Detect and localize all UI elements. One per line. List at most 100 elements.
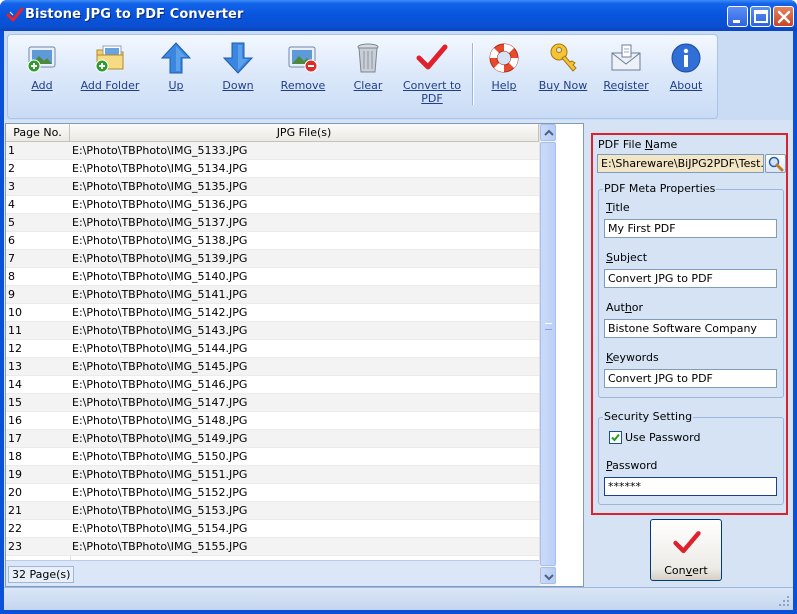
- page-number-cell: 17: [8, 432, 22, 445]
- column-header-page-no[interactable]: Page No.: [6, 124, 70, 142]
- jpg-file-cell: E:\Photo\TBPhoto\IMG_5136.JPG: [72, 198, 248, 211]
- page-number-cell: 11: [8, 324, 22, 337]
- table-row[interactable]: 7 E:\Photo\TBPhoto\IMG_5139.JPG: [6, 250, 539, 268]
- pdf-file-name-field[interactable]: E:\Shareware\BiJPG2PDF\Test.pdf: [597, 154, 764, 173]
- table-row[interactable]: 17 E:\Photo\TBPhoto\IMG_5149.JPG: [6, 430, 539, 448]
- toolbar: Add Add Folder Up Down Remove Clear Conv…: [7, 34, 718, 119]
- table-row[interactable]: 15 E:\Photo\TBPhoto\IMG_5147.JPG: [6, 394, 539, 412]
- lifebuoy-icon: [489, 43, 519, 73]
- clear-label: Clear: [353, 79, 383, 92]
- author-label: Author: [606, 301, 644, 314]
- jpg-file-cell: E:\Photo\TBPhoto\IMG_5142.JPG: [72, 306, 248, 319]
- page-number-cell: 20: [8, 486, 22, 499]
- use-password-label[interactable]: Use Password: [625, 431, 700, 444]
- app-checkmark-icon: [6, 7, 24, 22]
- title-field[interactable]: My First PDF: [604, 219, 777, 238]
- minimize-button[interactable]: [727, 6, 748, 27]
- subject-field[interactable]: Convert JPG to PDF: [604, 269, 777, 288]
- jpg-file-cell: E:\Photo\TBPhoto\IMG_5134.JPG: [72, 162, 248, 175]
- down-button[interactable]: Down: [213, 39, 263, 111]
- resize-grip-icon[interactable]: [777, 594, 791, 608]
- pdf-meta-properties-group: PDF Meta Properties Title My First PDF S…: [598, 182, 784, 398]
- maximize-button[interactable]: [750, 6, 771, 27]
- title-bar[interactable]: Bistone JPG to PDF Converter: [0, 0, 797, 31]
- convert-button[interactable]: Convert: [650, 519, 722, 581]
- jpg-file-cell: E:\Photo\TBPhoto\IMG_5144.JPG: [72, 342, 248, 355]
- table-row[interactable]: 14 E:\Photo\TBPhoto\IMG_5146.JPG: [6, 376, 539, 394]
- page-number-cell: 21: [8, 504, 22, 517]
- pdf-settings-panel: PDF File Name E:\Shareware\BiJPG2PDF\Tes…: [591, 133, 788, 515]
- author-field[interactable]: Bistone Software Company: [604, 319, 777, 338]
- jpg-file-cell: E:\Photo\TBPhoto\IMG_5143.JPG: [72, 324, 248, 337]
- trash-icon: [357, 43, 379, 73]
- add-label: Add: [31, 79, 53, 92]
- table-row[interactable]: 21 E:\Photo\TBPhoto\IMG_5153.JPG: [6, 502, 539, 520]
- table-row[interactable]: 5 E:\Photo\TBPhoto\IMG_5137.JPG: [6, 214, 539, 232]
- table-row[interactable]: 18 E:\Photo\TBPhoto\IMG_5150.JPG: [6, 448, 539, 466]
- vertical-scrollbar[interactable]: [539, 124, 556, 586]
- table-row[interactable]: 6 E:\Photo\TBPhoto\IMG_5138.JPG: [6, 232, 539, 250]
- table-row[interactable]: 4 E:\Photo\TBPhoto\IMG_5136.JPG: [6, 196, 539, 214]
- jpg-file-cell: E:\Photo\TBPhoto\IMG_5139.JPG: [72, 252, 248, 265]
- table-row[interactable]: 2 E:\Photo\TBPhoto\IMG_5134.JPG: [6, 160, 539, 178]
- remove-button[interactable]: Remove: [276, 39, 330, 111]
- magnifier-icon: [768, 156, 784, 172]
- page-number-cell: 18: [8, 450, 22, 463]
- pdf-file-name-word: N: [644, 138, 654, 151]
- password-field[interactable]: ******: [604, 477, 777, 496]
- table-row[interactable]: 23 E:\Photo\TBPhoto\IMG_5155.JPG: [6, 538, 539, 556]
- grid-rows: 1 E:\Photo\TBPhoto\IMG_5133.JPG 2 E:\Photo\…: [6, 142, 539, 560]
- jpg-file-grid[interactable]: Page No. JPG File(s) 1 E:\Photo\TBPhoto\I…: [5, 123, 584, 587]
- add-folder-button[interactable]: Add Folder: [78, 39, 142, 111]
- convert-to-pdf-label: Convert to PDF: [402, 79, 462, 105]
- page-number-cell: 15: [8, 396, 22, 409]
- table-row[interactable]: 13 E:\Photo\TBPhoto\IMG_5145.JPG: [6, 358, 539, 376]
- close-button[interactable]: [773, 6, 794, 27]
- close-icon: [777, 10, 791, 24]
- convert-to-pdf-button[interactable]: Convert to PDF: [402, 39, 462, 111]
- table-row[interactable]: 10 E:\Photo\TBPhoto\IMG_5142.JPG: [6, 304, 539, 322]
- jpg-file-cell: E:\Photo\TBPhoto\IMG_5155.JPG: [72, 540, 248, 553]
- jpg-file-cell: E:\Photo\TBPhoto\IMG_5147.JPG: [72, 396, 248, 409]
- keywords-field[interactable]: Convert JPG to PDF: [604, 369, 777, 388]
- use-password-checkbox[interactable]: [609, 431, 622, 444]
- table-row[interactable]: 1 E:\Photo\TBPhoto\IMG_5133.JPG: [6, 142, 539, 160]
- page-number-cell: 23: [8, 540, 22, 553]
- up-button[interactable]: Up: [152, 39, 200, 111]
- page-number-cell: 4: [8, 198, 15, 211]
- scroll-thumb[interactable]: [540, 142, 556, 566]
- remove-image-icon: [288, 46, 318, 73]
- table-row[interactable]: 12 E:\Photo\TBPhoto\IMG_5144.JPG: [6, 340, 539, 358]
- pdf-file-name-label: PDF File Name: [598, 138, 678, 151]
- column-header-jpg-files[interactable]: JPG File(s): [70, 124, 539, 142]
- table-row[interactable]: 11 E:\Photo\TBPhoto\IMG_5143.JPG: [6, 322, 539, 340]
- table-row[interactable]: 20 E:\Photo\TBPhoto\IMG_5152.JPG: [6, 484, 539, 502]
- buy-now-button[interactable]: Buy Now: [535, 39, 591, 111]
- add-button[interactable]: Add: [16, 39, 68, 111]
- up-label: Up: [168, 79, 184, 92]
- page-number-cell: 10: [8, 306, 22, 319]
- security-group-title: Security Setting: [603, 410, 694, 423]
- browse-button[interactable]: [765, 154, 786, 173]
- remove-label: Remove: [280, 79, 326, 92]
- jpg-file-cell: E:\Photo\TBPhoto\IMG_5152.JPG: [72, 486, 248, 499]
- table-row[interactable]: 16 E:\Photo\TBPhoto\IMG_5148.JPG: [6, 412, 539, 430]
- convert-hotkey: v: [685, 564, 693, 577]
- scroll-down-button[interactable]: [540, 567, 556, 584]
- page-number-cell: 19: [8, 468, 22, 481]
- checkmark-small-icon: [611, 433, 620, 442]
- table-row[interactable]: 3 E:\Photo\TBPhoto\IMG_5135.JPG: [6, 178, 539, 196]
- jpg-file-cell: E:\Photo\TBPhoto\IMG_5145.JPG: [72, 360, 248, 373]
- help-button[interactable]: Help: [480, 39, 528, 111]
- envelope-icon: [611, 44, 641, 71]
- table-row[interactable]: 9 E:\Photo\TBPhoto\IMG_5141.JPG: [6, 286, 539, 304]
- clear-button[interactable]: Clear: [343, 39, 393, 111]
- table-row[interactable]: 22 E:\Photo\TBPhoto\IMG_5154.JPG: [6, 520, 539, 538]
- register-button[interactable]: Register: [598, 39, 654, 111]
- convert-checkmark-icon: [416, 44, 448, 70]
- scroll-up-button[interactable]: [540, 124, 556, 141]
- table-row[interactable]: 8 E:\Photo\TBPhoto\IMG_5140.JPG: [6, 268, 539, 286]
- table-row[interactable]: 19 E:\Photo\TBPhoto\IMG_5151.JPG: [6, 466, 539, 484]
- info-icon: [671, 43, 701, 73]
- about-button[interactable]: About: [661, 39, 711, 111]
